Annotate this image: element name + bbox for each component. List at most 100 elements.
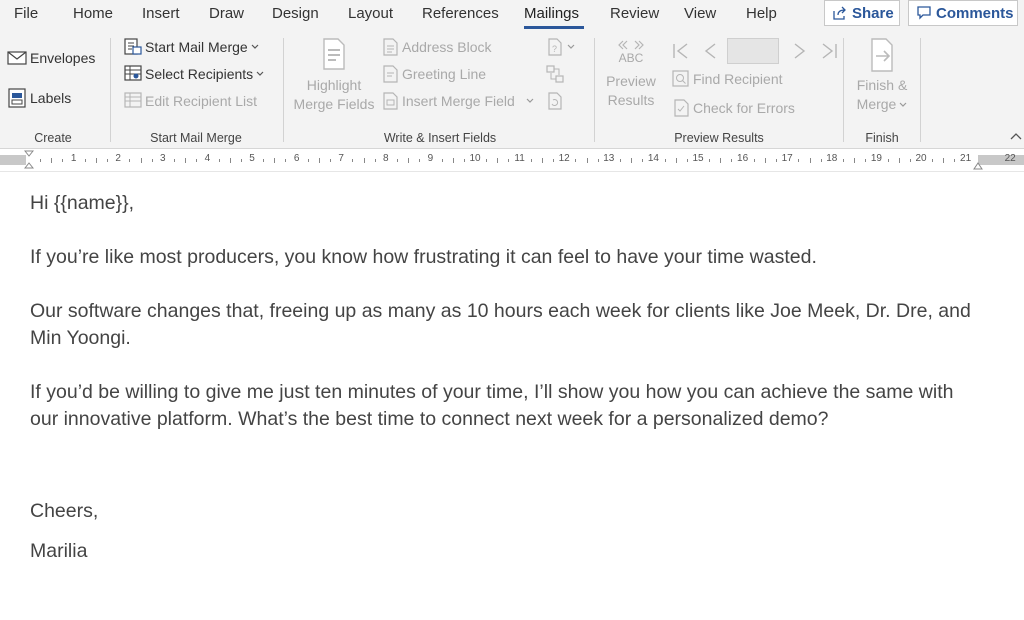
start-mail-merge-button[interactable]: Start Mail Merge	[124, 38, 259, 56]
insert-field-icon	[381, 92, 399, 110]
chevron-down-icon	[251, 44, 259, 50]
ruler-tick	[173, 159, 175, 162]
greeting-line-icon	[381, 65, 399, 83]
ruler-tick	[196, 159, 198, 162]
mail-merge-icon	[124, 38, 142, 56]
group-separator	[110, 38, 111, 142]
ruler-tick	[776, 159, 778, 162]
tab-view[interactable]: View	[684, 5, 716, 22]
tab-draw[interactable]: Draw	[209, 5, 244, 22]
match-fields-button[interactable]	[546, 65, 564, 83]
ruler-tick	[541, 158, 543, 163]
last-record-icon[interactable]	[819, 41, 839, 61]
first-record-icon[interactable]	[671, 41, 691, 61]
address-block-button[interactable]: Address Block	[381, 38, 491, 56]
ruler-tick	[709, 159, 711, 162]
edit-recipient-list-label: Edit Recipient List	[145, 93, 258, 109]
finish-merge-button[interactable]: Finish & Merge	[850, 38, 914, 114]
chevron-down-icon	[899, 102, 907, 108]
ruler-tick	[631, 158, 633, 163]
ruler-tick	[62, 159, 64, 162]
preview-results-button[interactable]: ABC Preview Results	[600, 40, 662, 110]
greeting-paragraph: Hi {{name}},	[30, 192, 135, 214]
ruler-tick	[865, 159, 867, 162]
highlight-icon	[320, 38, 348, 70]
tab-help[interactable]: Help	[746, 5, 777, 22]
ruler-tick	[40, 159, 42, 162]
recipients-icon	[124, 65, 142, 83]
envelopes-label: Envelopes	[30, 50, 96, 66]
previous-record-icon[interactable]	[702, 41, 718, 61]
ruler-number: 10	[469, 153, 481, 164]
tab-review[interactable]: Review	[610, 5, 659, 22]
ruler-tick	[129, 159, 131, 162]
find-recipient-button[interactable]: Find Recipient	[672, 70, 783, 88]
ruler-number: 11	[514, 153, 525, 164]
tab-file[interactable]: File	[14, 5, 38, 22]
ruler-tick	[898, 158, 900, 163]
ruler-number: 19	[870, 153, 882, 164]
share-icon	[833, 6, 847, 20]
ruler-number: 20	[915, 153, 927, 164]
find-recipient-icon	[672, 70, 690, 88]
document-body[interactable]: Hi {{name}}, If you’re like most produce…	[30, 190, 980, 565]
tab-insert[interactable]: Insert	[142, 5, 180, 22]
rules-icon: ?	[546, 38, 564, 56]
preview-label-line1: Preview	[606, 73, 656, 89]
ruler-number: 12	[558, 153, 570, 164]
greeting-line-button[interactable]: Greeting Line	[381, 65, 486, 83]
highlight-merge-fields-button[interactable]: Highlight Merge Fields	[292, 38, 376, 114]
tab-home[interactable]: Home	[73, 5, 113, 22]
group-separator	[920, 38, 921, 142]
tab-references[interactable]: References	[422, 5, 499, 22]
rules-button[interactable]: ?	[546, 38, 575, 56]
ruler-number: 1	[70, 153, 77, 164]
ruler-tick	[463, 159, 465, 162]
ruler-number: 15	[692, 153, 704, 164]
comments-label: Comments	[936, 4, 1014, 22]
ruler-number: 2	[115, 153, 121, 164]
ruler-tick	[820, 159, 822, 162]
ruler-tick	[452, 158, 454, 163]
group-label-preview-results: Preview Results	[674, 131, 764, 145]
group-label-start-mail-merge: Start Mail Merge	[150, 131, 242, 145]
share-button[interactable]: Share	[824, 0, 900, 26]
signature-paragraph: Marilia	[30, 540, 88, 562]
ruler-tick	[809, 158, 811, 163]
ruler-tick	[798, 159, 800, 162]
tab-design[interactable]: Design	[272, 5, 319, 22]
ruler-tick	[263, 159, 265, 162]
ruler-number: 22	[1004, 153, 1016, 164]
record-number-input[interactable]	[727, 38, 779, 64]
insert-merge-field-button[interactable]: Insert Merge Field	[381, 92, 534, 110]
collapse-ribbon-icon[interactable]	[1010, 132, 1022, 140]
select-recipients-button[interactable]: Select Recipients	[124, 65, 264, 83]
check-for-errors-label: Check for Errors	[693, 100, 795, 116]
edit-recipient-list-button[interactable]: Edit Recipient List	[124, 92, 257, 110]
envelopes-button[interactable]: Envelopes	[7, 50, 95, 66]
tab-mailings[interactable]: Mailings	[524, 5, 579, 22]
labels-button[interactable]: Labels	[7, 88, 71, 108]
active-tab-indicator	[524, 26, 584, 29]
labels-icon	[7, 88, 27, 108]
preview-label-line2: Results	[607, 92, 655, 108]
ruler-tick	[352, 159, 354, 162]
record-navigation	[671, 38, 839, 64]
highlight-label-line2: Merge Fields	[293, 96, 375, 112]
ruler-tick	[486, 159, 488, 162]
paragraph-1: If you’re like most producers, you know …	[30, 246, 817, 268]
group-label-finish: Finish	[865, 131, 899, 145]
ruler-tick	[419, 159, 421, 162]
ruler-tick	[84, 159, 86, 162]
check-for-errors-button[interactable]: Check for Errors	[672, 99, 795, 117]
tab-layout[interactable]: Layout	[348, 5, 393, 22]
ruler-tick	[842, 159, 844, 162]
preview-arrows-icon	[616, 40, 646, 50]
horizontal-ruler[interactable]: 1 2 3 4 5 6 7 8 9 10 11 12 13 14 15 16 17 18 19 20 21 22	[0, 149, 1024, 172]
ruler-tick	[586, 158, 588, 163]
comments-button[interactable]: Comments	[908, 0, 1018, 26]
next-record-icon[interactable]	[792, 41, 808, 61]
first-line-indent-marker[interactable]	[24, 150, 34, 170]
update-labels-button[interactable]	[546, 92, 564, 110]
address-block-label: Address Block	[402, 39, 492, 55]
